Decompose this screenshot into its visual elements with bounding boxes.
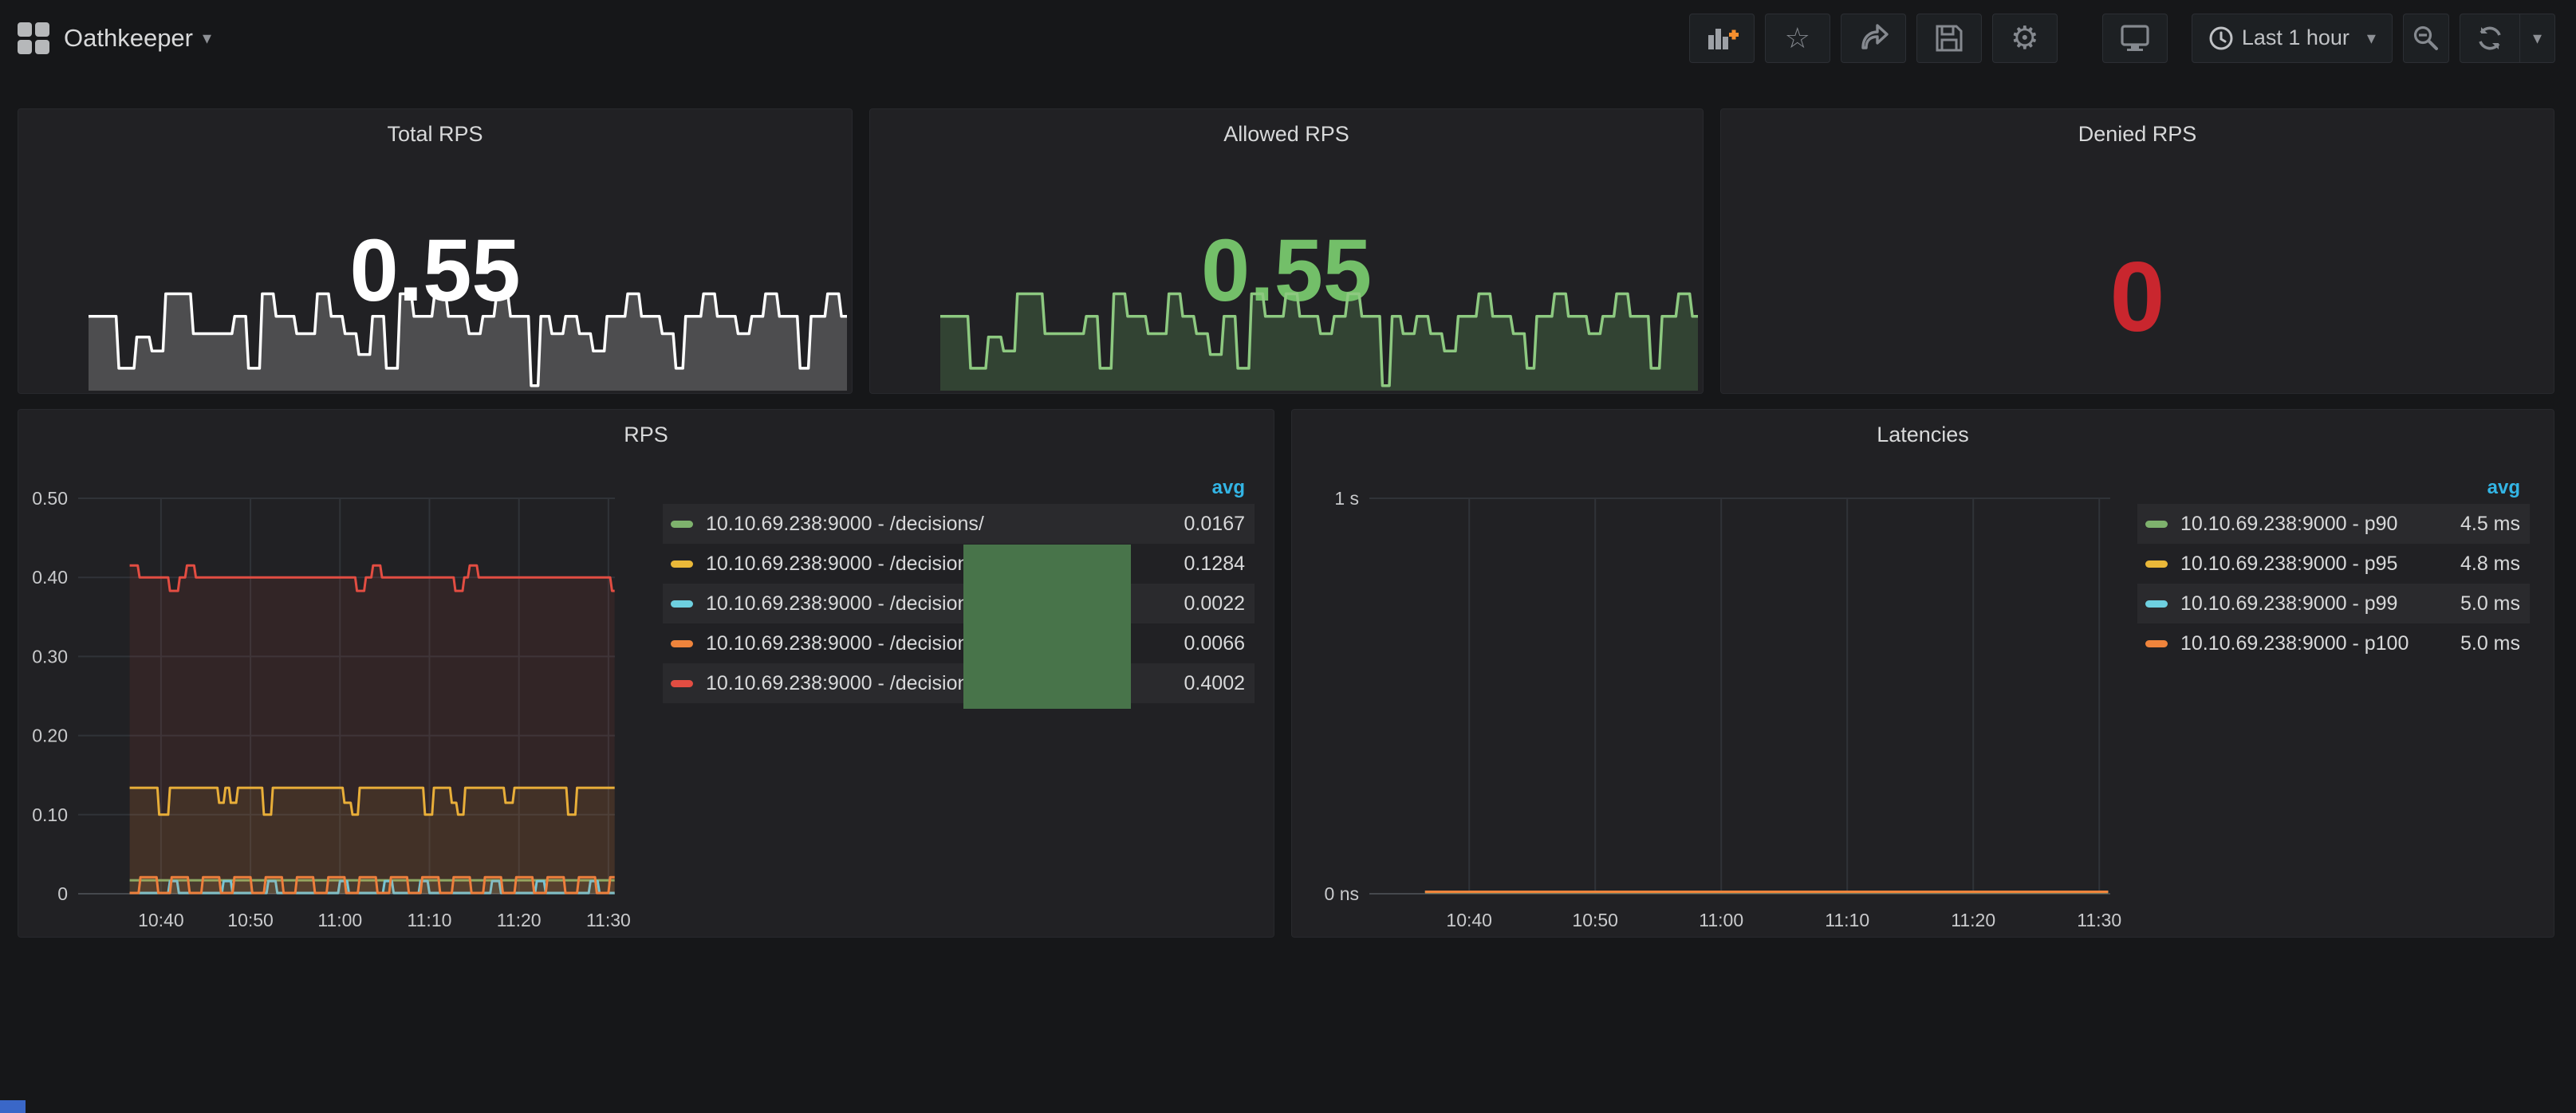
series-avg-value: 0.0167 [1184,513,1245,536]
svg-text:0: 0 [57,883,68,904]
series-avg-value: 4.8 ms [2460,553,2520,576]
panel-allowed-rps: Allowed RPS 0.55 [869,108,1704,394]
series-color-swatch [671,521,693,528]
panel-title[interactable]: Denied RPS [1721,122,2554,147]
gear-icon: ⚙ [2011,22,2039,54]
settings-button[interactable]: ⚙ [1992,14,2058,63]
series-color-swatch [671,560,693,568]
legend-row: 10.10.69.238:9000 - /decisions/ 0.0022 [663,584,1255,623]
allowed-rps-sparkline [940,285,1698,391]
svg-text:10:50: 10:50 [227,910,274,930]
legend-row: 10.10.69.238:9000 - /decisions/ 0.1284 [663,544,1255,584]
legend-row: 10.10.69.238:9000 - /decisions/ 0.0066 [663,623,1255,663]
series-name[interactable]: 10.10.69.238:9000 - p99 [2180,592,2460,615]
refresh-icon [2475,23,2505,53]
legend-row: 10.10.69.238:9000 - p99 5.0 ms [2137,584,2530,623]
svg-text:0.10: 0.10 [32,804,68,825]
series-avg-value: 0.0066 [1184,632,1245,655]
refresh-caret-icon: ▾ [2533,28,2542,49]
time-range-label: Last 1 hour [2242,26,2350,50]
latencies-legend: avg 10.10.69.238:9000 - p90 4.5 ms 10.10… [2137,477,2530,663]
series-name[interactable]: 10.10.69.238:9000 - p100 [2180,632,2460,655]
series-color-swatch [2145,560,2168,568]
panel-denied-rps: Denied RPS 0 [1720,108,2554,394]
series-avg-value: 5.0 ms [2460,632,2520,655]
svg-text:1 s: 1 s [1334,488,1359,509]
panel-title[interactable]: Allowed RPS [870,122,1703,147]
zoom-out-time-button[interactable] [2403,14,2449,63]
grid-square [18,22,32,37]
save-icon [1934,23,1964,53]
series-avg-value: 4.5 ms [2460,513,2520,536]
grid-square [35,22,49,37]
panel-total-rps: Total RPS 0.55 [18,108,853,394]
dashboard-title-caret-icon[interactable]: ▾ [203,28,211,49]
total-rps-sparkline [89,285,847,391]
svg-text:0.30: 0.30 [32,646,68,667]
add-panel-icon [1705,22,1739,54]
time-range-caret-icon: ▾ [2367,28,2376,49]
series-name[interactable]: 10.10.69.238:9000 - p95 [2180,553,2460,576]
svg-text:10:40: 10:40 [138,910,184,930]
rps-legend: avg 10.10.69.238:9000 - /decisions/ 0.01… [663,477,1255,703]
svg-text:0.40: 0.40 [32,567,68,588]
monitor-icon [2119,22,2151,54]
svg-text:11:00: 11:00 [1699,910,1743,930]
share-icon [1857,22,1889,54]
refresh-interval-dropdown[interactable]: ▾ [2519,14,2555,63]
cycle-view-mode-button[interactable] [2102,14,2168,63]
refresh-dashboard-button[interactable] [2460,14,2519,63]
svg-text:11:30: 11:30 [586,910,631,930]
svg-text:0 ns: 0 ns [1325,883,1359,904]
series-color-swatch [671,640,693,647]
panel-title[interactable]: Total RPS [18,122,852,147]
clock-icon [2208,26,2234,51]
legend-avg-header[interactable]: avg [663,477,1255,504]
add-panel-button[interactable] [1689,14,1755,63]
legend-row: 10.10.69.238:9000 - p90 4.5 ms [2137,504,2530,544]
star-dashboard-button[interactable]: ☆ [1765,14,1830,63]
legend-row: 10.10.69.238:9000 - /decisions/ 0.0167 [663,504,1255,544]
top-nav-bar: Oathkeeper ▾ ☆ [0,0,2576,76]
panel-latencies: Latencies 0 ns1 s10:4010:5011:0011:1011:… [1291,409,2554,938]
series-avg-value: 0.1284 [1184,553,1245,576]
grid-square [35,40,49,54]
series-avg-value: 5.0 ms [2460,592,2520,615]
dashboard-grid-icon[interactable] [18,22,49,54]
save-dashboard-button[interactable] [1916,14,1982,63]
dashboard-title[interactable]: Oathkeeper [64,24,193,53]
svg-text:10:50: 10:50 [1572,910,1618,930]
svg-text:11:10: 11:10 [408,910,452,930]
grid-square [18,40,32,54]
series-color-swatch [671,680,693,687]
series-avg-value: 0.4002 [1184,672,1245,695]
svg-text:0.50: 0.50 [32,488,68,509]
series-color-swatch [2145,640,2168,647]
star-icon: ☆ [1785,24,1810,53]
stat-value-denied-rps: 0 [1721,243,2554,352]
corner-blue-strip [0,1100,26,1113]
svg-text:10:40: 10:40 [1446,910,1492,930]
legend-row: 10.10.69.238:9000 - p100 5.0 ms [2137,623,2530,663]
svg-text:11:20: 11:20 [1951,910,1995,930]
legend-row: 10.10.69.238:9000 - /decisions/ 0.4002 [663,663,1255,703]
zoom-out-icon [2412,24,2440,53]
legend-avg-header[interactable]: avg [2137,477,2530,504]
time-range-picker[interactable]: Last 1 hour ▾ [2192,14,2393,63]
svg-text:0.20: 0.20 [32,726,68,746]
svg-text:11:30: 11:30 [2077,910,2121,930]
series-color-swatch [671,600,693,608]
svg-text:11:20: 11:20 [497,910,542,930]
svg-text:11:10: 11:10 [1825,910,1869,930]
svg-text:11:00: 11:00 [317,910,362,930]
green-overlay-box [963,545,1131,709]
share-dashboard-button[interactable] [1841,14,1906,63]
series-name[interactable]: 10.10.69.238:9000 - p90 [2180,513,2460,536]
series-name[interactable]: 10.10.69.238:9000 - /decisions/ [706,513,1184,536]
series-color-swatch [2145,521,2168,528]
series-color-swatch [2145,600,2168,608]
legend-row: 10.10.69.238:9000 - p95 4.8 ms [2137,544,2530,584]
series-avg-value: 0.0022 [1184,592,1245,615]
